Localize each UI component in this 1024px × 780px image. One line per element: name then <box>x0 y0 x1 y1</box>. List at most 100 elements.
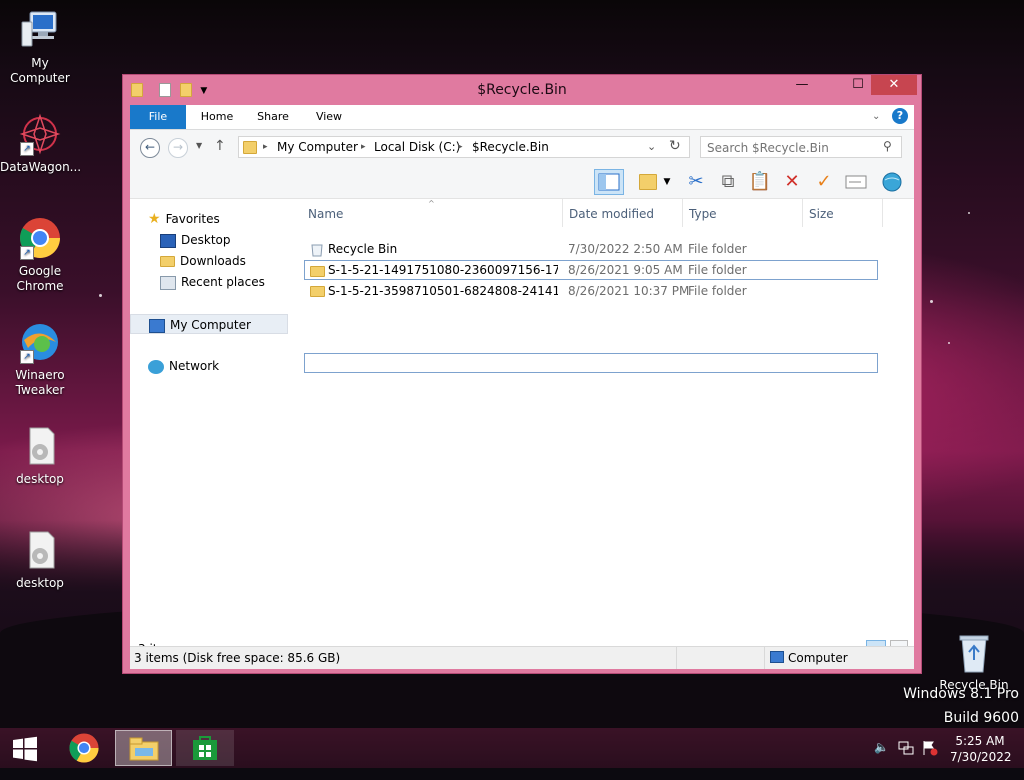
address-row: ← → ▼ ↑ ▸ My Computer ▸ Local Disk (C:) … <box>130 130 914 166</box>
desktop-icon-label: desktop <box>16 472 64 486</box>
star <box>930 300 933 303</box>
computer-icon <box>18 8 62 52</box>
search-box[interactable]: ⚲ <box>700 136 902 158</box>
desktop-icon-desktop-ini-2[interactable]: desktop <box>0 528 80 591</box>
rename-icon[interactable] <box>842 169 870 195</box>
refresh-icon[interactable]: ↻ <box>669 138 681 154</box>
desktop-icon-winaero-tweaker[interactable]: ↗ Winaero Tweaker <box>0 320 80 398</box>
nav-label: Downloads <box>180 254 246 268</box>
column-header-date-modified[interactable]: Date modified <box>569 207 654 221</box>
paste-icon[interactable]: 📋 <box>746 169 774 195</box>
table-row[interactable]: S-1-5-21-3598710501-6824808-241414858...… <box>304 281 878 301</box>
window-titlebar[interactable]: ▼ $Recycle.Bin — ☐ ✕ <box>123 75 921 105</box>
table-row[interactable]: S-1-5-21-1491751080-2360097156-170421...… <box>304 260 878 280</box>
address-dropdown-icon[interactable]: ⌄ <box>647 140 656 153</box>
expand-ribbon-icon[interactable]: ⌄ <box>872 111 880 122</box>
start-button[interactable] <box>0 730 50 766</box>
minimize-button[interactable]: — <box>779 75 825 95</box>
globe-icon[interactable] <box>878 169 906 195</box>
os-watermark-edition: Windows 8.1 Pro <box>903 686 1019 702</box>
help-icon[interactable]: ? <box>892 108 908 124</box>
breadcrumb-my-computer[interactable]: My Computer <box>277 140 358 154</box>
file-type: File folder <box>688 242 747 256</box>
address-bar[interactable]: ▸ My Computer ▸ Local Disk (C:) ▸ $Recyc… <box>238 136 690 158</box>
table-row[interactable]: Recycle Bin 7/30/2022 2:50 AM File folde… <box>304 239 878 259</box>
star <box>99 294 102 297</box>
breadcrumb-separator-icon[interactable]: ▸ <box>263 142 268 152</box>
column-header-name[interactable]: Name <box>308 207 343 221</box>
nav-network[interactable]: Network <box>148 356 219 376</box>
file-date: 8/26/2021 10:37 PM <box>568 284 690 298</box>
column-header-size[interactable]: Size <box>809 207 834 221</box>
folder-check-icon <box>639 174 657 190</box>
settings-file-icon <box>18 424 62 468</box>
select-checkmark-icon[interactable]: ✓ <box>810 169 838 195</box>
cut-icon[interactable]: ✂ <box>682 169 710 195</box>
desktop-icon-label: Winaero Tweaker <box>15 368 65 397</box>
breadcrumb-separator-icon[interactable]: ▸ <box>361 142 366 152</box>
tab-share[interactable]: Share <box>248 105 298 129</box>
column-separator[interactable] <box>562 199 563 227</box>
taskbar-chrome-button[interactable] <box>56 730 112 766</box>
search-input[interactable] <box>705 139 879 157</box>
winaero-icon: ↗ <box>18 320 62 364</box>
file-list: ^ Name Date modified Type Size Recycle B… <box>304 199 914 639</box>
explorer-client: File Home Share View ⌄ ? ← → ▼ ↑ ▸ My Co… <box>130 105 914 669</box>
desktop-icon-my-computer[interactable]: My Computer <box>0 8 80 86</box>
breadcrumb-local-disk[interactable]: Local Disk (C:) <box>374 140 460 154</box>
table-row-selected[interactable] <box>304 353 878 373</box>
search-icon[interactable]: ⚲ <box>883 139 892 153</box>
store-icon <box>193 736 217 760</box>
delete-icon[interactable]: ✕ <box>778 169 806 195</box>
nav-recent-places[interactable]: Recent places <box>160 272 265 292</box>
nav-favorites[interactable]: ★ Favorites <box>148 209 220 229</box>
column-header-type[interactable]: Type <box>689 207 717 221</box>
desktop-icon-datawagon[interactable]: ↗ DataWagon... <box>0 112 81 175</box>
recent-locations-icon[interactable]: ▼ <box>196 141 202 150</box>
column-separator[interactable] <box>882 199 883 227</box>
shortcut-arrow-icon: ↗ <box>20 246 34 260</box>
navigation-pane: ★ Favorites Desktop Downloads Recent plac… <box>130 199 296 639</box>
forward-button[interactable]: → <box>168 138 188 158</box>
recycle-bin-icon <box>952 630 996 674</box>
folder-icon <box>310 261 325 281</box>
tab-home[interactable]: Home <box>192 105 242 129</box>
column-separator[interactable] <box>682 199 683 227</box>
status-text: 3 items (Disk free space: 85.6 GB) <box>134 651 341 665</box>
breadcrumb-separator-icon[interactable]: ▸ <box>458 142 463 152</box>
desktop-icon-recycle-bin[interactable]: Recycle Bin <box>934 630 1014 693</box>
recycle-bin-small-icon <box>310 239 324 259</box>
nav-my-computer[interactable]: My Computer <box>130 314 288 334</box>
nav-downloads[interactable]: Downloads <box>160 251 246 271</box>
close-button[interactable]: ✕ <box>871 75 917 95</box>
nav-label: Recent places <box>181 275 265 289</box>
open-folder-button[interactable] <box>634 169 662 195</box>
taskbar-file-explorer-button[interactable] <box>115 730 172 766</box>
nav-desktop[interactable]: Desktop <box>160 230 231 250</box>
open-dropdown-icon[interactable]: ▼ <box>660 169 674 195</box>
file-name: S-1-5-21-3598710501-6824808-241414858... <box>328 284 558 298</box>
tab-file[interactable]: File <box>130 105 186 129</box>
back-button[interactable]: ← <box>140 138 160 158</box>
desktop-icon-desktop-ini-1[interactable]: desktop <box>0 424 80 487</box>
desktop-icon-label: My Computer <box>10 56 70 85</box>
preview-pane-button[interactable] <box>594 169 624 195</box>
file-explorer-icon <box>129 737 159 761</box>
desktop-icon-google-chrome[interactable]: ↗ Google Chrome <box>0 216 80 294</box>
nav-label: Favorites <box>165 212 220 226</box>
taskbar-store-button[interactable] <box>176 730 234 766</box>
up-button[interactable]: ↑ <box>214 138 226 154</box>
taskbar-clock[interactable]: 5:25 AM 7/30/2022 <box>950 733 1012 773</box>
column-separator[interactable] <box>802 199 803 227</box>
nav-label: My Computer <box>170 318 251 332</box>
copy-icon[interactable]: ⧉ <box>714 169 742 195</box>
network-tray-icon[interactable] <box>898 740 914 780</box>
taskbar: 🔈 5:25 AM 7/30/2022 <box>0 728 1024 768</box>
computer-icon <box>770 651 784 663</box>
action-center-flag-icon[interactable] <box>922 740 938 780</box>
file-type: File folder <box>688 284 747 298</box>
volume-muted-icon[interactable]: 🔈 <box>874 740 889 780</box>
breadcrumb-recycle-bin-folder[interactable]: $Recycle.Bin <box>472 140 549 154</box>
file-date: 8/26/2021 9:05 AM <box>568 263 683 277</box>
tab-view[interactable]: View <box>304 105 354 129</box>
